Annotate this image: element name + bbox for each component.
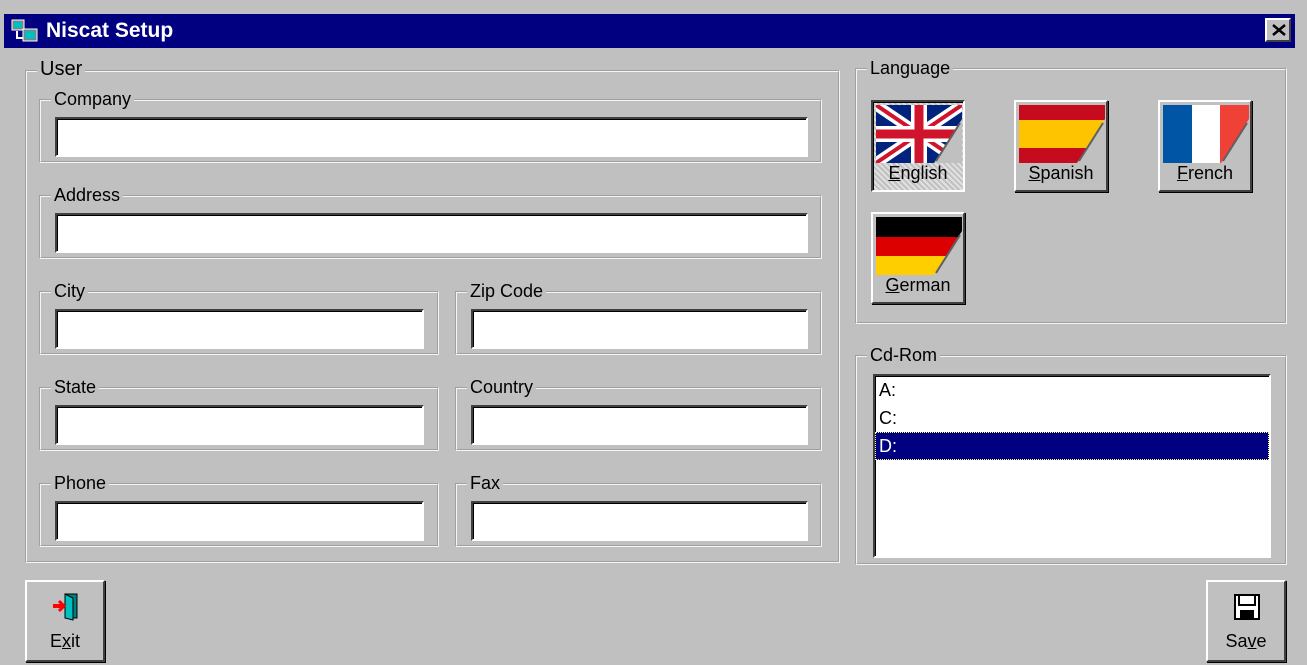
exit-label: Exit — [49, 631, 80, 651]
spain-flag-icon — [1019, 105, 1105, 163]
close-x-icon — [1272, 24, 1286, 36]
window-title: Niscat Setup — [46, 19, 174, 42]
save-button[interactable]: Save — [1206, 580, 1286, 662]
zip-label: Zip Code — [467, 281, 547, 301]
germany-flag-icon — [876, 217, 962, 275]
state-label: State — [51, 377, 100, 397]
france-flag-icon — [1163, 105, 1249, 163]
drive-item-a[interactable]: A: — [875, 376, 1269, 404]
city-input[interactable] — [55, 309, 424, 349]
app-icon[interactable] — [11, 18, 39, 49]
language-english-button[interactable]: English — [871, 100, 965, 192]
floppy-disk-icon — [1234, 594, 1260, 620]
language-group-legend: Language — [867, 58, 954, 78]
cdrom-group-legend: Cd-Rom — [867, 345, 941, 365]
user-group-legend: User — [37, 59, 86, 79]
phone-label: Phone — [51, 473, 110, 493]
exit-button[interactable]: Exit — [25, 580, 105, 662]
fax-label: Fax — [467, 473, 504, 493]
company-label: Company — [51, 89, 135, 109]
drive-item-c[interactable]: C: — [875, 404, 1269, 432]
drive-item-d[interactable]: D: — [875, 432, 1269, 460]
cdrom-drive-list[interactable]: A: C: D: — [873, 374, 1271, 558]
title-bar[interactable]: Niscat Setup — [4, 14, 1295, 48]
country-label: Country — [467, 377, 537, 397]
phone-input[interactable] — [55, 501, 424, 541]
zip-input[interactable] — [471, 309, 808, 349]
french-label: French — [1176, 163, 1234, 183]
exit-door-icon — [53, 593, 78, 621]
address-input[interactable] — [55, 213, 808, 253]
language-french-button[interactable]: French — [1158, 100, 1252, 192]
company-input[interactable] — [55, 117, 808, 157]
fax-input[interactable] — [471, 501, 808, 541]
spanish-label: Spanish — [1028, 163, 1094, 183]
language-german-button[interactable]: German — [871, 212, 965, 304]
english-label: English — [888, 163, 948, 183]
language-spanish-button[interactable]: Spanish — [1014, 100, 1108, 192]
uk-flag-icon — [876, 105, 962, 163]
close-button[interactable] — [1265, 18, 1291, 42]
german-label: German — [885, 275, 951, 295]
city-label: City — [51, 281, 88, 301]
save-label: Save — [1225, 631, 1267, 651]
country-input[interactable] — [471, 405, 808, 445]
address-label: Address — [51, 185, 124, 205]
state-input[interactable] — [55, 405, 424, 445]
